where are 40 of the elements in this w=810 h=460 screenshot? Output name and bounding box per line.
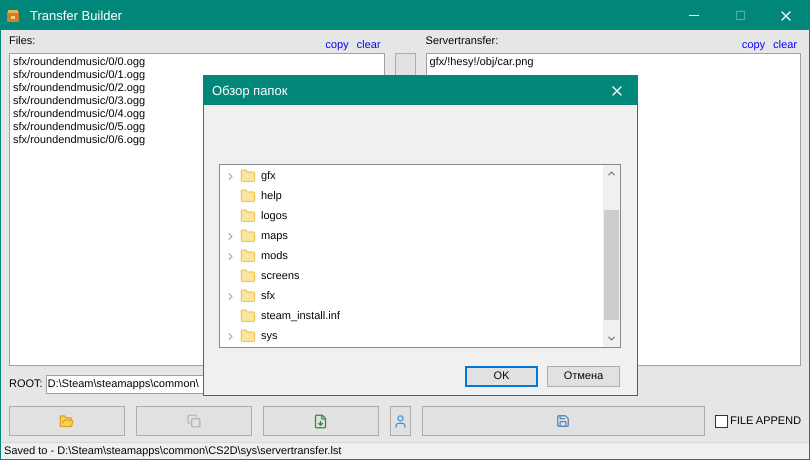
link[interactable]: clear <box>773 36 797 53</box>
toolbar-button[interactable] <box>422 406 706 436</box>
folder-icon <box>240 268 256 284</box>
folder-icon <box>240 288 256 304</box>
folder-icon <box>59 414 74 428</box>
link[interactable]: copy <box>325 36 349 53</box>
link[interactable]: clear <box>356 36 380 53</box>
app-icon <box>6 8 20 22</box>
window-title: Transfer Builder <box>30 6 122 25</box>
dialog-button[interactable]: Отмена <box>547 366 620 387</box>
folder-icon <box>240 228 256 244</box>
toolbar-button[interactable] <box>262 406 379 436</box>
scrollbar[interactable] <box>603 165 620 347</box>
folder-icon <box>240 308 256 324</box>
toolbar-button[interactable] <box>9 406 125 436</box>
dialog-title: Обзор папок <box>212 82 288 100</box>
folder-icon <box>240 208 256 224</box>
folder-tree[interactable]: gfx help logos maps mods screens sfx steam_install.inf sys <box>219 164 621 348</box>
toolbar-button[interactable] <box>390 406 411 436</box>
panel-label: Servertransfer: <box>426 34 498 49</box>
list-item[interactable]: sfx/roundendmusic/0/0.ogg <box>13 56 380 69</box>
save-icon <box>556 414 570 428</box>
panel-label: Files: <box>9 34 36 49</box>
dialog-button[interactable]: OK <box>465 366 538 387</box>
user-icon <box>392 414 408 428</box>
folder-icon <box>240 248 256 264</box>
minimize-icon <box>689 15 699 16</box>
root-label: ROOT: <box>9 376 43 392</box>
link[interactable]: copy <box>742 36 766 53</box>
maximize-icon <box>734 10 746 21</box>
copy-icon <box>186 414 201 428</box>
list-item[interactable]: gfx/!hesy!/obj/car.png <box>430 56 797 69</box>
folder-icon <box>240 188 256 204</box>
checkbox-label: FILE APPEND <box>730 414 802 429</box>
file-download-icon <box>313 414 328 428</box>
toolbar-button[interactable] <box>136 406 252 436</box>
folder-icon <box>240 168 256 184</box>
checkbox[interactable] <box>715 414 728 428</box>
status-bar: Saved to - D:\Steam\steamapps\common\CS2D\sys\servertransfer.lst <box>1 442 809 459</box>
folder-icon <box>240 328 256 344</box>
